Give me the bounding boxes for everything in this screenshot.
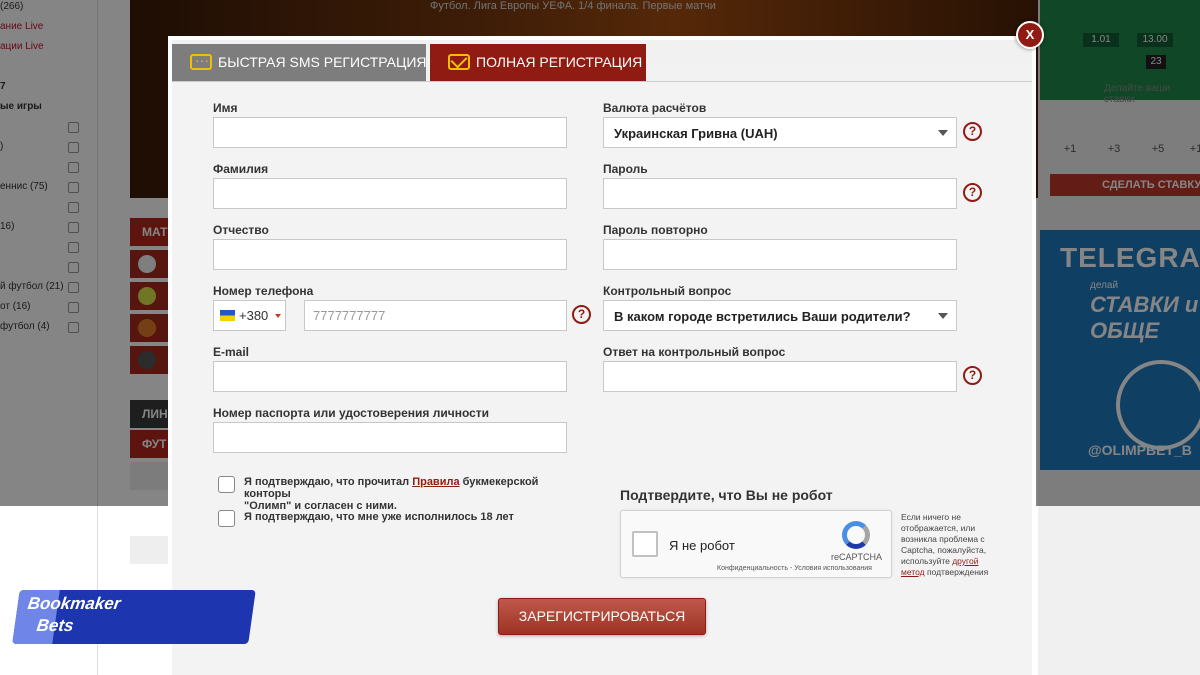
- patronymic-label: Отчество: [213, 223, 269, 237]
- chevron-down-icon: [275, 314, 281, 318]
- captcha-title: Подтвердите, что Вы не робот: [620, 487, 833, 503]
- recaptcha-brand: reCAPTCHA: [831, 552, 883, 562]
- stats-icon[interactable]: [130, 536, 170, 564]
- recaptcha-logo-icon: [842, 521, 870, 549]
- watermark-line2: Bets: [35, 616, 75, 635]
- chevron-down-icon: [938, 313, 948, 319]
- close-button[interactable]: X: [1016, 21, 1044, 49]
- agree-age-checkbox[interactable]: [218, 510, 235, 527]
- help-icon[interactable]: ?: [572, 305, 591, 324]
- tab-full-registration[interactable]: ПОЛНАЯ РЕГИСТРАЦИЯ: [430, 44, 646, 81]
- watermark-line1: Bookmaker: [26, 594, 122, 613]
- phone-country-select[interactable]: +380: [213, 300, 286, 331]
- email-label: E-mail: [213, 345, 250, 359]
- password-label: Пароль: [603, 162, 648, 176]
- last-name-input[interactable]: [213, 178, 567, 209]
- envelope-icon: [448, 54, 470, 70]
- password-repeat-input[interactable]: [603, 239, 957, 270]
- help-icon[interactable]: ?: [963, 183, 982, 202]
- recaptcha-label: Я не робот: [669, 538, 735, 553]
- password-input[interactable]: [603, 178, 957, 209]
- recaptcha-widget: Я не робот reCAPTCHA Конфиденциальность …: [620, 510, 892, 578]
- phone-label: Номер телефона: [213, 284, 314, 298]
- security-answer-label: Ответ на контрольный вопрос: [603, 345, 786, 359]
- recaptcha-checkbox[interactable]: [632, 531, 658, 557]
- bookmaker-bets-watermark: Bookmaker Bets: [12, 590, 256, 644]
- tab-label: БЫСТРАЯ SMS РЕГИСТРАЦИЯ: [218, 54, 427, 70]
- currency-label: Валюта расчётов: [603, 101, 707, 115]
- email-input[interactable]: [213, 361, 567, 392]
- phone-code-value: +380: [239, 308, 269, 323]
- recaptcha-privacy-links[interactable]: Конфиденциальность - Условия использован…: [717, 565, 872, 572]
- chat-icon: [190, 42, 212, 79]
- agree-rules-text: Я подтверждаю, что прочитал Правила букм…: [244, 476, 584, 512]
- passport-input[interactable]: [213, 422, 567, 453]
- patronymic-input[interactable]: [213, 239, 567, 270]
- ukraine-flag-icon: [220, 310, 235, 321]
- password-repeat-label: Пароль повторно: [603, 223, 708, 237]
- captcha-note-after: подтверждения: [924, 567, 989, 577]
- tab-label: ПОЛНАЯ РЕГИСТРАЦИЯ: [476, 54, 643, 70]
- passport-label: Номер паспорта или удостоверения личност…: [213, 406, 490, 420]
- agree-rules-before: Я подтверждаю, что прочитал: [244, 476, 413, 488]
- tab-sms-registration[interactable]: БЫСТРАЯ SMS РЕГИСТРАЦИЯ: [172, 42, 427, 81]
- first-name-input[interactable]: [213, 117, 567, 148]
- help-icon[interactable]: ?: [963, 122, 982, 141]
- currency-select[interactable]: Украинская Гривна (UAH): [603, 117, 957, 148]
- last-name-label: Фамилия: [213, 162, 269, 176]
- help-icon[interactable]: ?: [963, 366, 982, 385]
- rules-link[interactable]: Правила: [412, 476, 459, 488]
- agree-age-text: Я подтверждаю, что мне уже исполнилось 1…: [244, 511, 514, 523]
- currency-value: Украинская Гривна (UAH): [614, 126, 778, 141]
- security-question-value: В каком городе встретились Ваши родители…: [614, 309, 911, 324]
- agree-rules-checkbox[interactable]: [218, 476, 235, 493]
- phone-input[interactable]: [304, 300, 567, 331]
- first-name-label: Имя: [213, 101, 238, 115]
- security-answer-input[interactable]: [603, 361, 957, 392]
- chevron-down-icon: [938, 130, 948, 136]
- captcha-help-note: Если ничего не отображается, или возникл…: [901, 512, 1001, 578]
- register-button[interactable]: ЗАРЕГИСТРИРОВАТЬСЯ: [498, 598, 706, 635]
- security-question-label: Контрольный вопрос: [603, 284, 732, 298]
- security-question-select[interactable]: В каком городе встретились Ваши родители…: [603, 300, 957, 331]
